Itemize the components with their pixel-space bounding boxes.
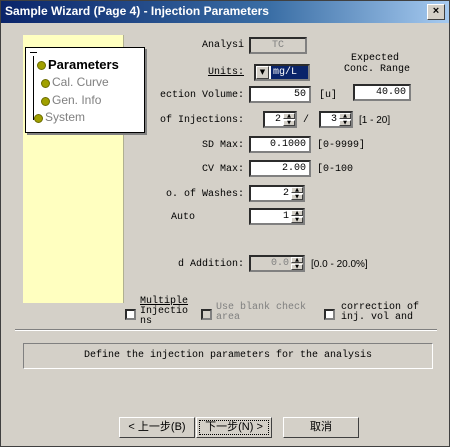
spinner-down-icon[interactable]: ▼ [291, 217, 303, 223]
max-injections-spinner[interactable]: 3 ▲ ▼ [319, 111, 353, 128]
max-injections-value: 3 [330, 114, 337, 125]
expected-conc-input[interactable]: 40.00 [353, 84, 411, 101]
units-dropdown[interactable]: ▼ mg/L [254, 64, 310, 81]
spinner-down-icon[interactable]: ▼ [291, 264, 303, 270]
min-injections-value: 2 [274, 114, 281, 125]
injections-range: [1 - 20] [359, 115, 391, 126]
status-description: Define the injection parameters for the … [23, 343, 433, 369]
auto-label: Auto [171, 212, 196, 223]
dropdown-arrow-icon[interactable]: ▼ [256, 66, 269, 79]
cv-max-value: 2.00 [281, 163, 306, 174]
sample-wizard-window: Sample Wizard (Page 4) - Injection Param… [0, 0, 450, 447]
analysis-field: TC [249, 37, 307, 54]
spinner-up-icon[interactable]: ▲ [291, 257, 303, 263]
nav-item-cal-curve[interactable]: Cal. Curve [52, 75, 109, 89]
nav-bullet-icon [41, 79, 50, 88]
back-button[interactable]: < 上一步(B) [119, 417, 195, 438]
injection-volume-value: 50 [293, 89, 306, 100]
window-title: Sample Wizard (Page 4) - Injection Param… [5, 4, 269, 18]
sd-max-range: [0-9999] [317, 140, 366, 151]
units-value: mg/L [271, 66, 308, 79]
injections-separator: / [303, 115, 310, 126]
addition-label: d Addition: [177, 259, 244, 270]
spinner-down-icon[interactable]: ▼ [291, 194, 303, 200]
expected-label-line1: Expected [351, 53, 400, 64]
tree-connector-arrow [30, 52, 37, 53]
analysis-value: TC [271, 40, 284, 51]
min-injections-spinner[interactable]: 2 ▲ ▼ [263, 111, 297, 128]
injection-volume-label: ection Volume: [159, 90, 244, 101]
multiple-injections-checkbox[interactable] [125, 309, 136, 320]
wizard-nav-tree: Parameters Cal. Curve Gen. Info System [25, 47, 145, 133]
cv-max-range: [0-100 [317, 164, 354, 175]
nav-item-gen-info[interactable]: Gen. Info [52, 93, 101, 107]
injection-volume-input[interactable]: 50 [249, 86, 311, 103]
close-icon: × [432, 5, 440, 17]
spinner-up-icon[interactable]: ▲ [291, 210, 303, 216]
addition-spinner[interactable]: 0.0 ▲ ▼ [249, 255, 305, 272]
analysis-label: Analysi [201, 40, 244, 51]
spinner-down-icon[interactable]: ▼ [339, 120, 351, 126]
expected-conc-value: 40.00 [375, 87, 406, 98]
sd-max-value: 0.1000 [269, 139, 306, 150]
injection-volume-unit: [u] [319, 90, 338, 101]
auto-spinner[interactable]: 1 ▲ ▼ [249, 208, 305, 225]
num-washes-spinner[interactable]: 2 ▲ ▼ [249, 185, 305, 202]
nav-item-parameters[interactable]: Parameters [48, 57, 119, 72]
tree-connector-line [33, 56, 34, 120]
close-button[interactable]: × [427, 4, 445, 20]
cv-max-label: CV Max: [201, 164, 244, 175]
nav-item-system[interactable]: System [45, 110, 85, 124]
expected-label-line2: Conc. Range [344, 64, 411, 75]
addition-value: 0.0 [270, 258, 289, 269]
multiple-line3: ns [140, 316, 153, 327]
cv-max-input[interactable]: 2.00 [249, 160, 311, 177]
title-bar[interactable]: Sample Wizard (Page 4) - Injection Param… [1, 1, 449, 23]
spinner-up-icon[interactable]: ▲ [283, 113, 295, 119]
separator [15, 329, 437, 331]
nav-bullet-icon [34, 114, 43, 123]
sd-max-input[interactable]: 0.1000 [249, 136, 311, 153]
auto-value: 1 [282, 211, 289, 222]
nav-bullet-icon [37, 61, 46, 70]
correction-line2: inj. vol and [341, 312, 414, 323]
nav-bullet-icon [41, 97, 50, 106]
addition-range: [0.0 - 20.0%] [311, 259, 368, 270]
num-washes-label: o. of Washes: [165, 189, 244, 200]
spinner-up-icon[interactable]: ▲ [339, 113, 351, 119]
blank-check-checkbox[interactable] [201, 309, 212, 320]
num-washes-value: 2 [282, 188, 289, 199]
correction-checkbox[interactable] [324, 309, 335, 320]
sd-max-label: SD Max: [201, 140, 244, 151]
blank-check-label: Use blank check area [216, 302, 307, 323]
num-injections-label: of Injections: [159, 115, 244, 126]
multiple-injections-label: Multiple Injectio ns [140, 297, 195, 327]
correction-label: correction of inj. vol and [341, 303, 437, 323]
spinner-down-icon[interactable]: ▼ [283, 120, 295, 126]
spinner-up-icon[interactable]: ▲ [291, 187, 303, 193]
cancel-button[interactable]: 取消 [283, 417, 359, 438]
units-label: Units: [207, 67, 244, 78]
next-button[interactable]: 下一步(N) > [196, 417, 272, 438]
